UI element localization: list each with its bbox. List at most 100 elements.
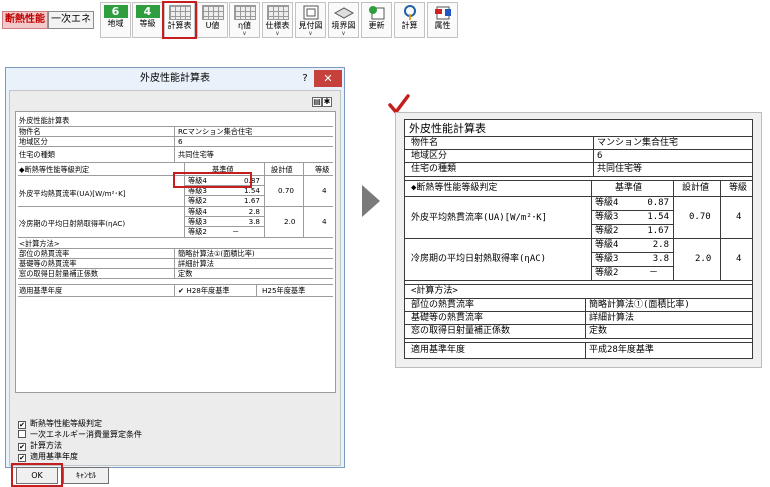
sheet-ua-design: 0.70 bbox=[278, 186, 295, 195]
calc-table-dialog: 外皮性能計算表 ? ✕ ▤ ✱ 外皮性能計算表 物件名 RCマンション集合住宅 地… bbox=[5, 67, 345, 487]
preview-label-property: 物件名 bbox=[411, 138, 439, 148]
sheet-method-header: <計算方法> bbox=[19, 239, 60, 248]
preview-ua-result: 4 bbox=[736, 212, 742, 222]
preview-label-region: 地域区分 bbox=[411, 151, 448, 161]
arrow-right-icon bbox=[362, 185, 380, 217]
option-calc-method[interactable]: ✔ 計算方法 bbox=[18, 440, 142, 451]
preview-value-property: マンション集合住宅 bbox=[597, 138, 679, 148]
toolbar: 断熱性能 一次エネ 6 地域 4 等級 計算表 U値 η値 ∨ 仕様表 ∨ 見付… bbox=[0, 0, 460, 40]
preview-method-value-2: 詳細計算法 bbox=[589, 313, 635, 323]
preview-ua-grade4: 等級4 bbox=[595, 198, 619, 208]
tab-insulation[interactable]: 断熱性能 bbox=[2, 11, 48, 29]
preview-eta-val4: 2.8 bbox=[652, 240, 669, 250]
attribute-button[interactable]: 属性 bbox=[427, 2, 458, 38]
update-icon bbox=[368, 6, 384, 20]
sheet-method-label-1: 部位の熱貫流率 bbox=[19, 249, 70, 258]
preview-eta-grade3: 等級3 bbox=[595, 254, 619, 264]
sheet-eta-grade4: 等級4 bbox=[188, 207, 207, 216]
housing-type-highlight bbox=[173, 172, 252, 188]
preview-eta-grade2: 等級2 bbox=[595, 268, 619, 278]
boundary-icon bbox=[333, 7, 354, 19]
preview-standard-label: 適用基準年度 bbox=[411, 345, 466, 355]
preview-method-value-1: 簡略計算法①(面積比率) bbox=[589, 300, 690, 310]
sheet-method-label-3: 窓の取得日射量補正係数 bbox=[19, 269, 99, 278]
preview-ua-val3: 1.54 bbox=[647, 212, 669, 222]
update-label: 更新 bbox=[368, 21, 385, 30]
close-icon[interactable]: ✕ bbox=[314, 70, 342, 87]
checkbox-unchecked-icon[interactable] bbox=[18, 430, 26, 438]
grade-number-icon: 4 bbox=[135, 5, 160, 18]
update-button[interactable]: 更新 bbox=[361, 2, 392, 38]
print-icon[interactable]: ▤ bbox=[312, 97, 322, 107]
option-label: 断熱等性能等級判定 bbox=[30, 419, 102, 428]
eta-value-icon bbox=[233, 5, 256, 20]
chevron-down-icon: ∨ bbox=[275, 30, 280, 37]
sheet-eta-val2: － bbox=[232, 227, 240, 236]
attribute-label: 属性 bbox=[434, 21, 451, 30]
region-number-icon: 6 bbox=[103, 5, 128, 18]
preview-ua-val4: 0.87 bbox=[647, 198, 669, 208]
spec-table-icon bbox=[266, 5, 289, 20]
dialog-title: 外皮性能計算表 bbox=[6, 68, 344, 90]
preview-value-region: 6 bbox=[597, 151, 603, 161]
region-button-label: 地域 bbox=[107, 19, 124, 28]
checkbox-checked-icon[interactable]: ✔ bbox=[18, 421, 26, 429]
preview-eta-val3: 3.8 bbox=[652, 254, 669, 264]
calc-sheet: 外皮性能計算表 物件名 RCマンション集合住宅 地域区分 6 住宅の種類 共同住… bbox=[15, 111, 336, 393]
sheet-ua-label: 外皮平均熱貫流率(UA)[W/m²･K] bbox=[19, 189, 126, 198]
preview-ua-val2: 1.67 bbox=[647, 226, 669, 236]
attribute-icon bbox=[434, 6, 451, 20]
sheet-grade-col-header: 等級 bbox=[315, 165, 330, 174]
sheet-method-value-2: 詳細計算法 bbox=[178, 259, 214, 268]
region-button[interactable]: 6 地域 bbox=[100, 2, 131, 38]
sheet-standard-opt1-label: H28年度基準 bbox=[186, 286, 230, 295]
calculate-label: 計算 bbox=[401, 21, 418, 30]
elevation-button[interactable]: 見付図 ∨ bbox=[295, 2, 326, 38]
dialog-body: ▤ ✱ 外皮性能計算表 物件名 RCマンション集合住宅 地域区分 6 住宅の種類 … bbox=[9, 90, 341, 487]
preview-eta-label: 冷房期の平均日射熱取得率(ηAC) bbox=[411, 254, 547, 264]
sheet-standard-opt1[interactable]: ✔ H28年度基準 bbox=[178, 286, 230, 295]
preview-eta-result: 4 bbox=[736, 254, 742, 264]
option-standard-year[interactable]: ✔ 適用基準年度 bbox=[18, 451, 142, 462]
gear-icon[interactable]: ✱ bbox=[322, 97, 332, 107]
preview-ua-grade2: 等級2 bbox=[595, 226, 619, 236]
sheet-grade-header: ◆断熱等性能等級判定 bbox=[19, 165, 90, 174]
sheet-label-housing-type: 住宅の種類 bbox=[19, 150, 55, 159]
preview-method-value-3: 定数 bbox=[589, 326, 608, 336]
preview-grade-header: ◆断熱等性能等級判定 bbox=[411, 183, 498, 193]
calculate-button[interactable]: 計算 bbox=[394, 2, 425, 38]
sheet-label-property: 物件名 bbox=[19, 127, 41, 136]
chevron-down-icon: ∨ bbox=[341, 30, 346, 37]
help-icon[interactable]: ? bbox=[298, 72, 312, 86]
preview-method-label-2: 基礎等の熱貫流率 bbox=[411, 313, 484, 323]
chevron-down-icon: ∨ bbox=[242, 30, 247, 37]
option-label: 計算方法 bbox=[30, 441, 62, 450]
spec-table-button[interactable]: 仕様表 ∨ bbox=[262, 2, 293, 38]
preview-heading: 外皮性能計算表 bbox=[409, 122, 486, 135]
sheet-eta-grade2: 等級2 bbox=[188, 227, 207, 236]
preview-ua-design: 0.70 bbox=[689, 212, 711, 222]
sheet-heading: 外皮性能計算表 bbox=[19, 116, 70, 125]
eta-value-button[interactable]: η値 ∨ bbox=[229, 2, 260, 38]
sheet-ua-result: 4 bbox=[322, 186, 327, 195]
grade-button[interactable]: 4 等級 bbox=[132, 2, 163, 38]
cancel-button[interactable]: ｷｬﾝｾﾙ bbox=[63, 467, 109, 484]
preview-sheet: 外皮性能計算表 物件名 マンション集合住宅 地域区分 6 住宅の種類 共同住宅等… bbox=[404, 119, 753, 359]
sheet-standard-opt2[interactable]: H25年度基準 bbox=[262, 286, 305, 295]
checkbox-checked-icon[interactable]: ✔ bbox=[18, 454, 26, 462]
calculate-icon bbox=[403, 5, 416, 20]
option-label: 適用基準年度 bbox=[30, 452, 78, 461]
sheet-ua-grade2: 等級2 bbox=[188, 196, 207, 205]
sheet-tools: ▤ ✱ bbox=[312, 97, 334, 108]
u-value-label: U値 bbox=[205, 21, 220, 30]
option-primary-energy[interactable]: 一次エネルギー消費量算定条件 bbox=[18, 429, 142, 440]
u-value-button[interactable]: U値 bbox=[197, 2, 228, 38]
sheet-eta-result: 4 bbox=[322, 217, 327, 226]
tab-primary-energy[interactable]: 一次エネ bbox=[48, 11, 94, 29]
boundary-button[interactable]: 境界図 ∨ bbox=[328, 2, 359, 38]
elevation-icon bbox=[303, 5, 318, 20]
option-label: 一次エネルギー消費量算定条件 bbox=[30, 430, 142, 439]
checkbox-checked-icon[interactable]: ✔ bbox=[18, 443, 26, 451]
option-grade-judgement[interactable]: ✔ 断熱等性能等級判定 bbox=[18, 418, 142, 429]
preview-grade-col-header: 等級 bbox=[729, 183, 748, 193]
